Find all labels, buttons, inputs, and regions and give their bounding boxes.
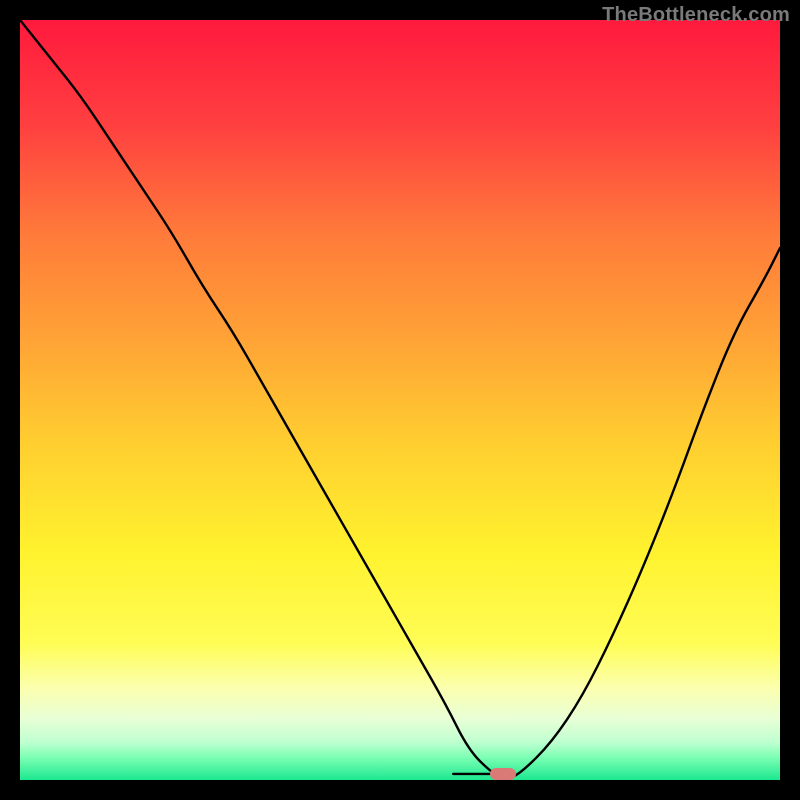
watermark-text: TheBottleneck.com: [602, 4, 790, 27]
chart-stage: TheBottleneck.com: [0, 0, 800, 800]
plot-area: [20, 20, 780, 780]
optimal-marker: [490, 768, 516, 780]
background-gradient: [20, 20, 780, 780]
